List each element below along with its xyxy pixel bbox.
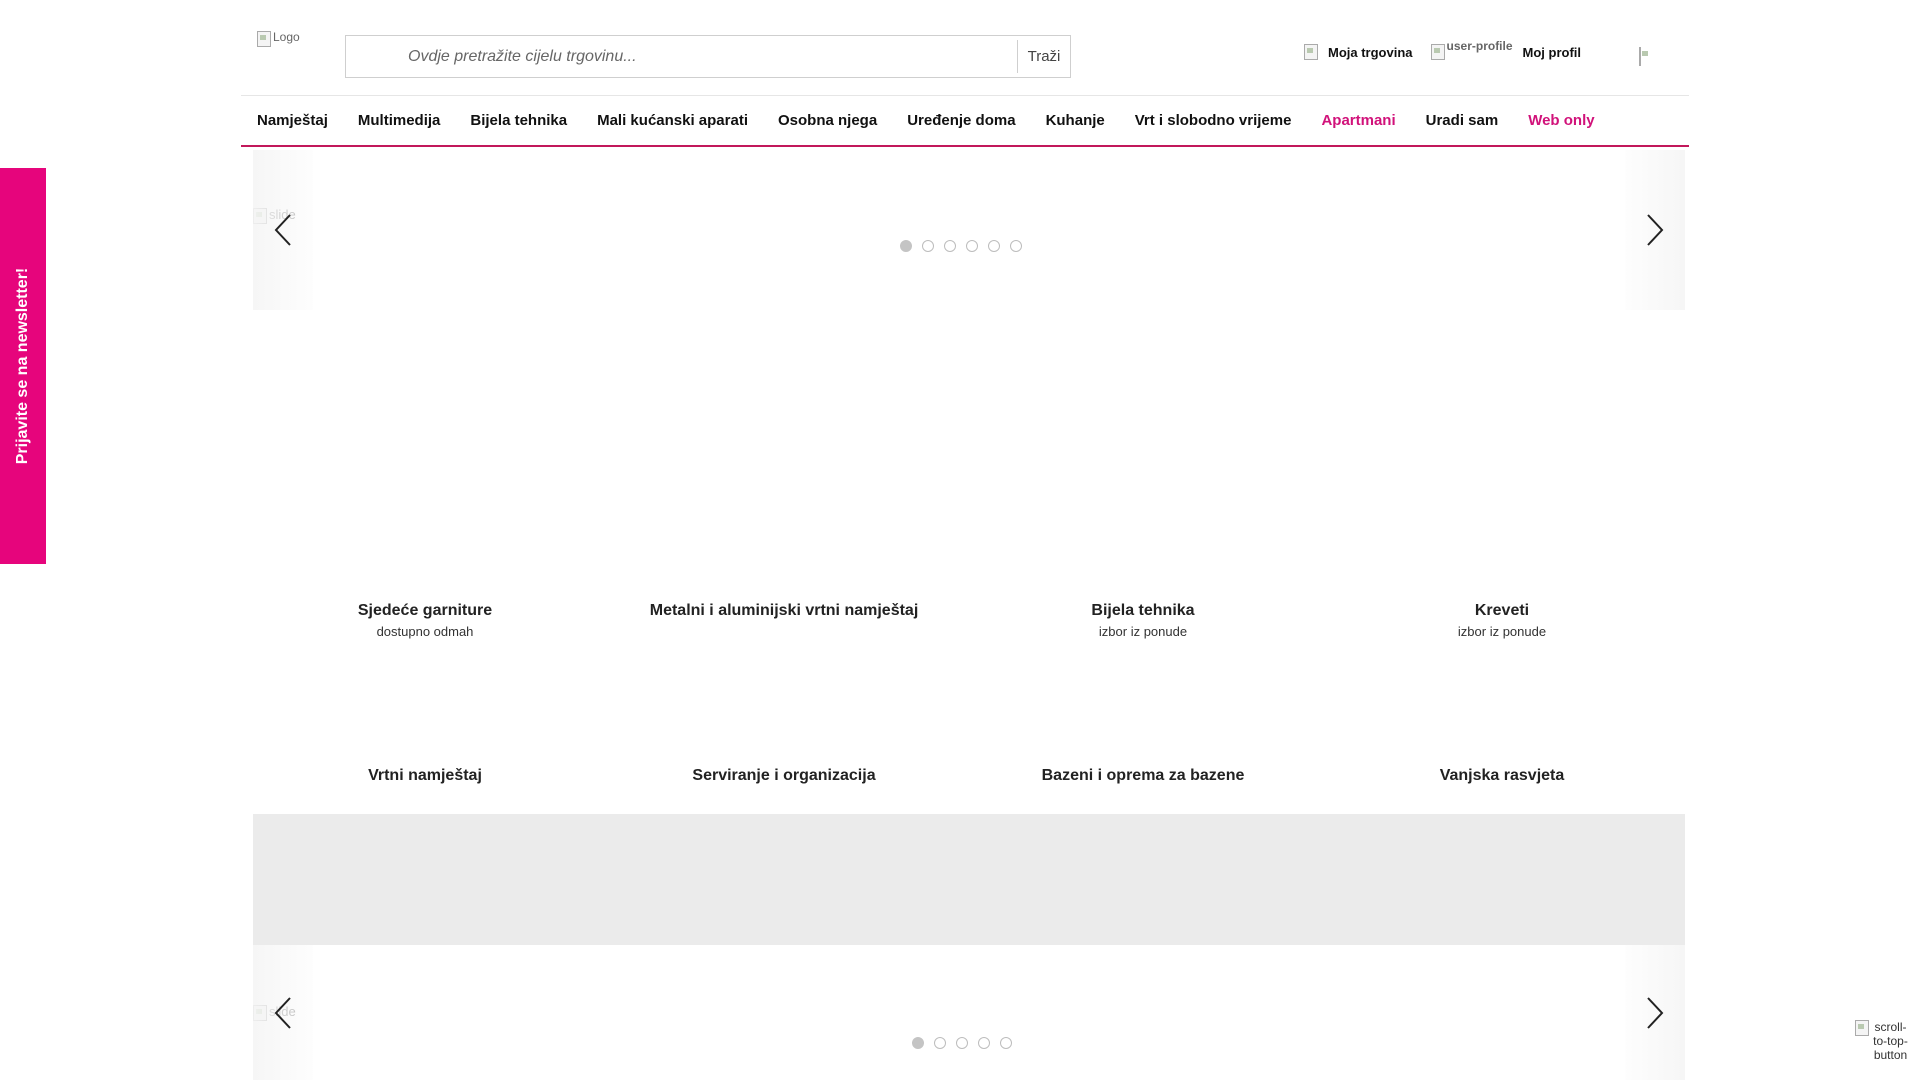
category-tile[interactable]: Vrtni namještaj xyxy=(246,766,604,786)
category-tile[interactable]: Vanjska rasvjeta xyxy=(1323,766,1681,786)
chevron-left-icon xyxy=(274,214,291,246)
my-profile-label: Moj profil xyxy=(1522,44,1582,60)
nav-item[interactable]: Osobna njega xyxy=(778,112,877,129)
category-title: Bijela tehnika xyxy=(1091,602,1195,619)
slider-next-button[interactable] xyxy=(1625,945,1685,1080)
category-tile[interactable]: Sjedeće garniture dostupno odmah xyxy=(246,601,604,639)
slider-dot[interactable] xyxy=(944,240,956,252)
nav-item[interactable]: Web only xyxy=(1528,112,1594,129)
chevron-left-icon xyxy=(274,996,291,1029)
slider-dot[interactable] xyxy=(978,1037,990,1049)
my-profile-link[interactable]: user-profile Moj profil xyxy=(1430,39,1582,60)
profile-icon-alt-text: user-profile xyxy=(1446,38,1513,53)
nav-item[interactable]: Uradi sam xyxy=(1426,112,1499,129)
page: Logo Traži Moja trgovina user-profile Mo… xyxy=(241,0,1689,1080)
nav-item[interactable]: Uređenje doma xyxy=(907,112,1015,129)
slider-dot[interactable] xyxy=(966,240,978,252)
hero-slider: slide xyxy=(253,150,1685,310)
slider-dots xyxy=(912,1037,1012,1049)
chevron-right-icon xyxy=(1647,214,1664,246)
category-subtitle: dostupno odmah xyxy=(376,624,474,639)
slider-dot[interactable] xyxy=(912,1037,924,1049)
newsletter-label: Prijavite se na newsletter! xyxy=(14,267,31,465)
header-links: Moja trgovina user-profile Moj profil xyxy=(1304,39,1599,60)
chevron-right-icon xyxy=(1647,996,1664,1029)
category-title: Kreveti xyxy=(1474,602,1530,619)
category-tile[interactable]: Bazeni i oprema za bazene xyxy=(964,766,1322,786)
slider-prev-button[interactable] xyxy=(253,150,313,310)
bottom-slider: slide xyxy=(253,945,1685,1080)
main-nav: Namještaj Multimedija Bijela tehnika Mali k… xyxy=(241,95,1689,147)
slider-next-button[interactable] xyxy=(1625,150,1685,310)
store-icon xyxy=(1304,44,1318,60)
category-tile[interactable]: Bijela tehnika izbor iz ponude xyxy=(964,601,1322,639)
slider-prev-button[interactable] xyxy=(253,945,313,1080)
slider-dot[interactable] xyxy=(956,1037,968,1049)
search-input[interactable] xyxy=(346,35,1017,78)
category-tile[interactable]: Serviranje i organizacija xyxy=(605,766,963,786)
nav-item[interactable]: Vrt i slobodno vrijeme xyxy=(1135,112,1292,129)
category-tile[interactable]: Metalni i aluminijski vrtni namještaj xyxy=(605,601,963,621)
promo-banner[interactable] xyxy=(253,814,1685,945)
my-store-label: Moja trgovina xyxy=(1328,44,1413,60)
slider-dots xyxy=(900,240,1022,252)
category-subtitle: izbor iz ponude xyxy=(1457,624,1547,639)
slider-dot[interactable] xyxy=(922,240,934,252)
nav-item[interactable]: Bijela tehnika xyxy=(470,112,567,129)
slider-dot[interactable] xyxy=(934,1037,946,1049)
slider-dot[interactable] xyxy=(900,240,912,252)
category-title: Vanjska rasvjeta xyxy=(1439,767,1565,784)
scroll-top-alt-text: scroll-to-top-button xyxy=(1873,1020,1908,1062)
slider-dot[interactable] xyxy=(988,240,1000,252)
nav-item[interactable]: Apartmani xyxy=(1321,112,1395,129)
nav-item[interactable]: Mali kućanski aparati xyxy=(597,112,748,129)
search-bar: Traži xyxy=(345,35,1071,78)
category-title: Serviranje i organizacija xyxy=(692,767,876,784)
category-subtitle: izbor iz ponude xyxy=(1098,624,1188,639)
logo-alt-text: Logo xyxy=(273,30,300,44)
logo-image-icon xyxy=(257,31,271,47)
slider-dot[interactable] xyxy=(1000,1037,1012,1049)
nav-item[interactable]: Namještaj xyxy=(257,112,328,129)
cart-icon xyxy=(1639,47,1641,66)
category-title: Sjedeće garniture xyxy=(357,602,493,619)
category-tile[interactable]: Kreveti izbor iz ponude xyxy=(1323,601,1681,639)
arrow-up-icon xyxy=(1855,1020,1869,1036)
nav-item[interactable]: Kuhanje xyxy=(1046,112,1105,129)
user-profile-icon xyxy=(1430,44,1445,60)
scroll-to-top-button[interactable]: scroll-to-top-button xyxy=(1855,1020,1911,1062)
category-title: Bazeni i oprema za bazene xyxy=(1041,767,1245,784)
search-button[interactable]: Traži xyxy=(1018,36,1070,77)
category-title: Vrtni namještaj xyxy=(368,767,482,784)
nav-item[interactable]: Multimedija xyxy=(358,112,441,129)
logo[interactable]: Logo xyxy=(257,31,315,57)
cart-button[interactable] xyxy=(1639,47,1641,66)
slider-dot[interactable] xyxy=(1010,240,1022,252)
newsletter-signup-tab[interactable]: Prijavite se na newsletter! xyxy=(0,168,46,564)
category-title: Metalni i aluminijski vrtni namještaj xyxy=(649,602,919,619)
my-store-link[interactable]: Moja trgovina xyxy=(1304,44,1413,60)
